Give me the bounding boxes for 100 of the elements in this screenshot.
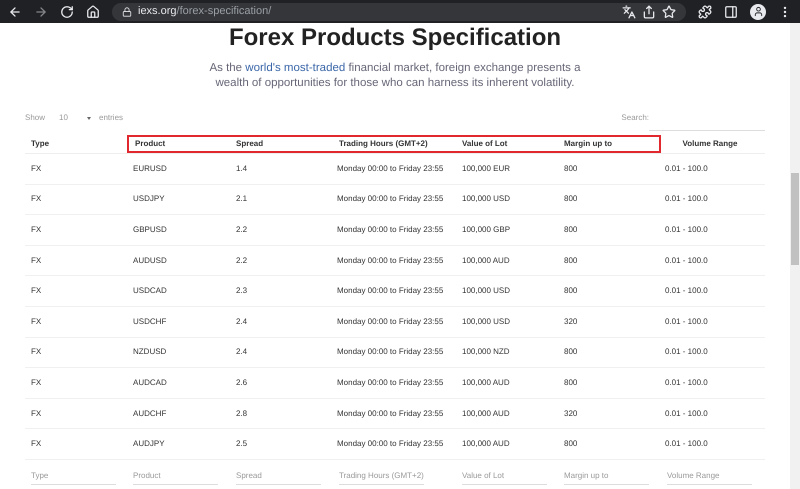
table-cell-text: 100,000 AUD bbox=[461, 254, 511, 267]
table-cell-text: 0.01 - 100.0 bbox=[664, 193, 709, 206]
table-cell-text: Monday 00:00 to Friday 23:55 bbox=[336, 193, 444, 206]
table-cell-text: 800 bbox=[563, 346, 578, 358]
table-cell-text: Monday 00:00 to Friday 23:55 bbox=[336, 254, 444, 267]
page-subtitle: As the world's most-traded financial market, foreign exchange presents a wealth of opportunities for those who can harness its inherent volatility. bbox=[208, 61, 582, 91]
column-filter-field[interactable]: Product bbox=[133, 466, 218, 485]
table-cell-text: 0.01 - 100.0 bbox=[664, 162, 709, 175]
table-cell-text: 2.6 bbox=[235, 376, 248, 389]
home-icon[interactable] bbox=[86, 4, 100, 18]
table-cell-text: 100,000 USD bbox=[461, 193, 512, 206]
side-panel-icon[interactable] bbox=[724, 4, 738, 18]
table-cell-text: AUDCAD bbox=[132, 376, 168, 389]
subtitle-link[interactable]: world's most-traded bbox=[245, 62, 346, 74]
table-cell-text: FX bbox=[30, 224, 42, 236]
table-cell-text: 100,000 AUD bbox=[461, 376, 511, 389]
table-cell-text: 800 bbox=[563, 224, 578, 236]
profile-avatar[interactable] bbox=[750, 4, 766, 20]
table-cell-text: 800 bbox=[563, 376, 578, 389]
column-header[interactable]: Type bbox=[25, 135, 127, 153]
table-cell-text: 2.2 bbox=[235, 224, 248, 236]
table-cell-text: 100,000 AUD bbox=[461, 438, 511, 450]
show-label: Show bbox=[25, 112, 46, 124]
reload-icon[interactable] bbox=[60, 4, 74, 18]
column-filter-field[interactable]: Volume Range bbox=[667, 466, 752, 485]
table-cell-text: 800 bbox=[563, 162, 578, 175]
table-cell-text: 2.1 bbox=[235, 193, 248, 206]
column-header[interactable]: Value of Lot bbox=[456, 135, 558, 153]
scrollbar-thumb[interactable] bbox=[791, 173, 799, 265]
table-cell-text: 0.01 - 100.0 bbox=[664, 254, 709, 267]
table-cell-text: 0.01 - 100.0 bbox=[664, 224, 709, 236]
translate-icon[interactable] bbox=[622, 4, 636, 18]
table-cell-text: 320 bbox=[563, 316, 578, 328]
column-filter-field[interactable]: Type bbox=[31, 466, 116, 485]
column-filter-field[interactable]: Spread bbox=[236, 466, 321, 485]
table-cell-text: Monday 00:00 to Friday 23:55 bbox=[336, 285, 444, 298]
table-cell-text: NZDUSD bbox=[132, 346, 168, 358]
entries-label: entries bbox=[99, 112, 124, 124]
column-header[interactable]: Trading Hours (GMT+2) bbox=[333, 135, 456, 153]
table-cell-text: 2.8 bbox=[235, 408, 248, 420]
column-filter-field[interactable]: Margin up to bbox=[564, 466, 649, 485]
table-cell-text: Monday 00:00 to Friday 23:55 bbox=[336, 438, 444, 450]
search-label: Search: bbox=[621, 112, 649, 124]
column-header[interactable]: Margin up to bbox=[558, 135, 661, 153]
table-cell-text: 100,000 USD bbox=[461, 285, 512, 298]
table-cell-text: 800 bbox=[563, 285, 578, 298]
table-cell-text: Monday 00:00 to Friday 23:55 bbox=[336, 316, 444, 328]
table-cell-text: 2.3 bbox=[235, 285, 248, 298]
table-cell-text: FX bbox=[30, 316, 42, 328]
table-cell-text: AUDJPY bbox=[132, 438, 166, 450]
column-filter-field[interactable]: Trading Hours (GMT+2) bbox=[339, 466, 424, 485]
table-cell-text: FX bbox=[30, 193, 42, 206]
table-cell-text: FX bbox=[30, 438, 42, 450]
caret-icon bbox=[87, 116, 92, 120]
table-cell-text: FX bbox=[30, 346, 42, 358]
table-cell-text: FX bbox=[30, 254, 42, 267]
column-header[interactable]: Spread bbox=[230, 135, 333, 153]
table-cell-text: AUDCHF bbox=[132, 408, 168, 420]
table-cell-text: 2.5 bbox=[235, 438, 248, 450]
table-cell-text: USDCHF bbox=[132, 316, 168, 328]
table-cell-text: GBPUSD bbox=[132, 224, 168, 236]
table-cell-text: FX bbox=[30, 408, 42, 420]
table-cell-text: 2.4 bbox=[235, 346, 248, 358]
table-cell-text: 100,000 EUR bbox=[461, 162, 512, 175]
table-cell-text: 800 bbox=[563, 254, 578, 267]
table-cell-text: 100,000 NZD bbox=[461, 346, 511, 358]
table-cell-text: 800 bbox=[563, 193, 578, 206]
table-cell-text: Monday 00:00 to Friday 23:55 bbox=[336, 224, 444, 236]
table-cell-text: 2.2 bbox=[235, 254, 248, 267]
column-header[interactable]: Volume Range bbox=[661, 135, 759, 153]
lock-icon bbox=[122, 6, 132, 16]
table-cell-text: 100,000 GBP bbox=[461, 224, 512, 236]
table-cell-text: 0.01 - 100.0 bbox=[664, 285, 709, 298]
table-cell-text: 0.01 - 100.0 bbox=[664, 438, 709, 450]
puzzle-icon[interactable] bbox=[698, 4, 712, 18]
table-cell-text: 0.01 - 100.0 bbox=[664, 376, 709, 389]
table-cell-text: FX bbox=[30, 285, 42, 298]
url-text: iexs.org/forex-specification/ bbox=[138, 4, 272, 20]
table-cell-text: Monday 00:00 to Friday 23:55 bbox=[336, 376, 444, 389]
table-cell-text: 100,000 USD bbox=[461, 316, 512, 328]
page-title: Forex Products Specification bbox=[228, 24, 562, 52]
table-cell-text: EURUSD bbox=[132, 162, 168, 175]
scrollbar[interactable] bbox=[790, 23, 800, 489]
table-cell-text: 0.01 - 100.0 bbox=[664, 346, 709, 358]
table-cell-text: USDJPY bbox=[132, 193, 166, 206]
table-cell-text: FX bbox=[30, 376, 42, 389]
table-cell-text: 1.4 bbox=[235, 162, 248, 175]
table-cell-text: 320 bbox=[563, 408, 578, 420]
table-cell-text: 0.01 - 100.0 bbox=[664, 316, 709, 328]
address-bar[interactable]: iexs.org/forex-specification/ bbox=[112, 2, 686, 20]
star-icon[interactable] bbox=[662, 4, 676, 18]
back-icon[interactable] bbox=[8, 4, 22, 18]
table-cell-text: FX bbox=[30, 162, 42, 175]
table-cell-text: USDCAD bbox=[132, 285, 168, 298]
table-cell-text: Monday 00:00 to Friday 23:55 bbox=[336, 162, 444, 175]
share-icon[interactable] bbox=[642, 4, 656, 18]
table-cell-text: Monday 00:00 to Friday 23:55 bbox=[336, 408, 444, 420]
column-header[interactable]: Product bbox=[127, 135, 230, 153]
table-cell-text: 0.01 - 100.0 bbox=[664, 408, 709, 420]
column-filter-field[interactable]: Value of Lot bbox=[462, 466, 547, 485]
